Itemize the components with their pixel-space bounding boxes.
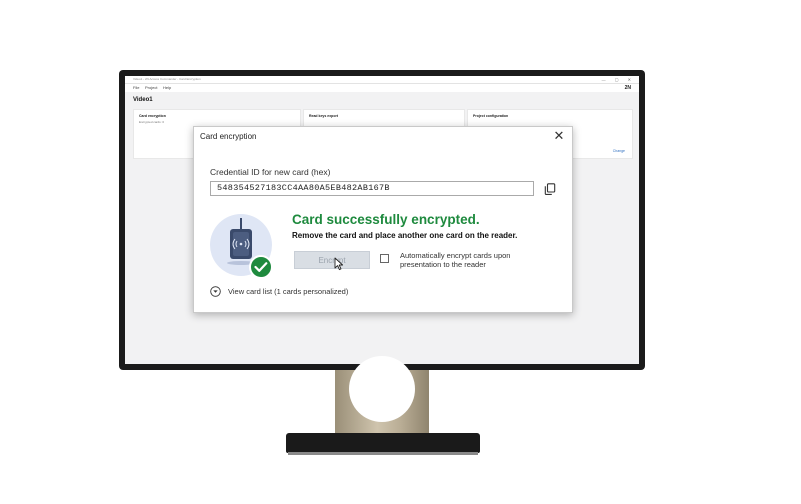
success-subtitle: Remove the card and place another one ca… (292, 231, 518, 240)
menu-project[interactable]: Project (145, 84, 157, 92)
monitor-stand-base (286, 433, 480, 453)
monitor-stand-cutout (349, 356, 415, 422)
mouse-cursor-icon (334, 257, 344, 271)
close-icon[interactable]: ✕ (552, 129, 566, 143)
app-titlebar: Video1 - 2N Access Commander - Card Encr… (125, 76, 639, 84)
credential-id-label: Credential ID for new card (hex) (210, 167, 331, 177)
monitor-stand-base-edge (288, 452, 478, 455)
chevron-down-icon[interactable] (210, 286, 221, 297)
change-link[interactable]: Change (613, 149, 625, 153)
dialog-title: Card encryption (200, 132, 257, 141)
panel-title: Read keys export (309, 114, 338, 118)
app-window-title: Video1 - 2N Access Commander - Card Encr… (133, 77, 201, 81)
card-encryption-dialog: Card encryption ✕ Credential ID for new … (193, 126, 573, 313)
brand-logo: 2N (624, 85, 631, 91)
encrypt-button[interactable]: Encrypt (294, 251, 370, 269)
view-card-list-link[interactable]: View card list (1 cards personalized) (228, 287, 348, 296)
menu-help[interactable]: Help (163, 84, 171, 92)
card-reader-icon (210, 214, 273, 279)
credential-id-input[interactable]: 548354527183CC4AA80A5EB482AB167B (210, 181, 534, 196)
app-page-title: Video1 (133, 97, 153, 103)
panel-title: Card encryption (139, 114, 166, 118)
app-menubar: File Project Help 2N (125, 84, 639, 92)
auto-encrypt-label: Automatically encrypt cards upon present… (400, 251, 511, 269)
checkmark-icon (249, 255, 273, 279)
panel-title: Project configuration (473, 114, 509, 118)
copy-icon[interactable] (544, 183, 556, 195)
auto-encrypt-checkbox[interactable] (380, 254, 389, 263)
success-title: Card successfully encrypted. (292, 212, 480, 227)
menu-file[interactable]: File (133, 84, 139, 92)
window-controls[interactable]: — ▢ ✕ (602, 76, 635, 83)
panel-subtitle: Encrypted cards: 0 (139, 120, 165, 124)
